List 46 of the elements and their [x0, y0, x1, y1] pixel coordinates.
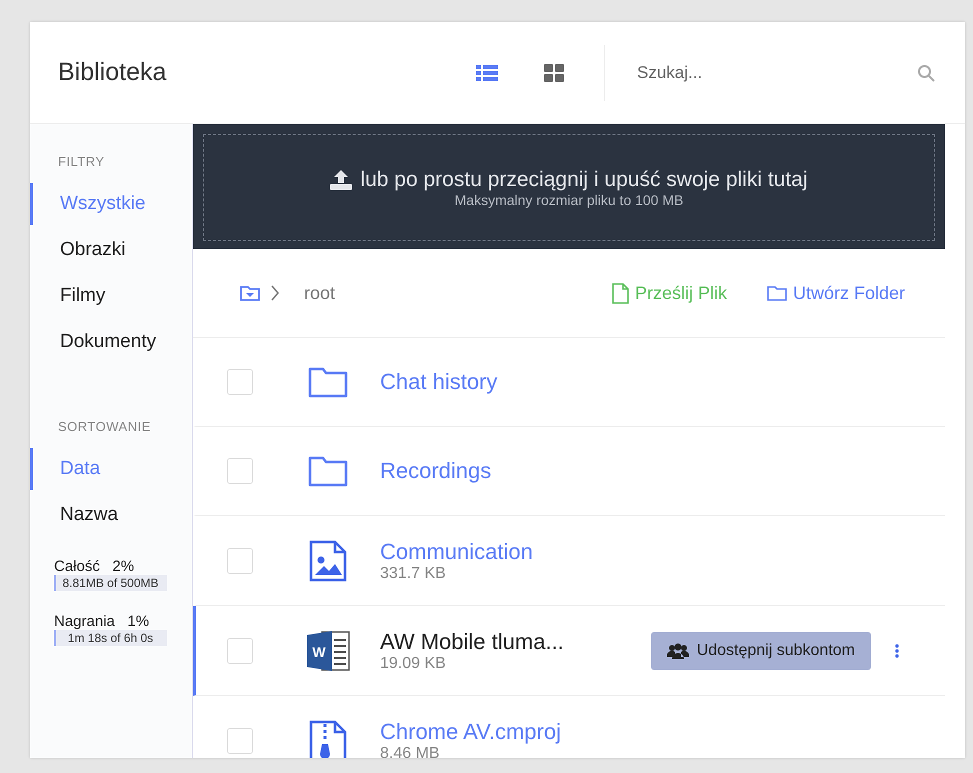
file-size: 19.09 KB: [380, 654, 447, 672]
file-name[interactable]: Chrome AV.cmproj: [380, 718, 945, 744]
folder-icon: [308, 366, 348, 398]
folder-icon: [766, 285, 787, 301]
folder-icon: [308, 455, 348, 487]
more-icon: [895, 644, 899, 658]
upload-icon: [330, 170, 352, 190]
usage-label: Nagrania 1%: [54, 613, 150, 630]
checkbox[interactable]: [227, 548, 253, 574]
file-name[interactable]: Communication: [380, 538, 945, 564]
file-name[interactable]: AW Mobile tluma...: [380, 628, 651, 654]
dropzone[interactable]: lub po prostu przeciągnij i upuść swoje pliki tutaj Maksymalny rozmiar pliku to 100 MB: [193, 124, 945, 249]
usage-reading: 1m 18s of 6h 0s: [68, 631, 154, 645]
zip-file-icon: [309, 720, 347, 758]
checkbox[interactable]: [227, 638, 253, 664]
folder-icon: [240, 285, 260, 301]
checkbox[interactable]: [227, 369, 253, 395]
users-icon: [666, 642, 689, 658]
chevron-icon: [270, 285, 280, 301]
file-size: 8.46 MB: [380, 744, 441, 758]
upload-file-link[interactable]: Prześlij Plik: [612, 282, 727, 304]
breadcrumb-path: root: [304, 282, 336, 304]
grid-icon: [544, 64, 564, 82]
share-button[interactable]: Udostępnij subkontom: [650, 632, 871, 670]
create-folder-link[interactable]: Utwórz Folder: [766, 282, 905, 304]
sidebar-item[interactable]: Dokumenty: [30, 321, 192, 363]
sidebar-item[interactable]: Data: [30, 448, 192, 490]
file-name[interactable]: Chat history: [380, 369, 945, 395]
list-icon: [476, 64, 498, 82]
dropzone-title: lub po prostu przeciągnij i upuść swoje pliki tutaj: [360, 168, 808, 192]
file-name[interactable]: Recordings: [380, 458, 945, 484]
sidebar-item[interactable]: Obrazki: [30, 229, 192, 271]
sidebar-item[interactable]: Nazwa: [30, 494, 192, 536]
image-file-icon: [309, 540, 347, 582]
file-size: 331.7 KB: [380, 564, 447, 582]
search-icon: [917, 64, 935, 82]
checkbox[interactable]: [227, 458, 253, 484]
page-title: Biblioteka: [58, 58, 168, 87]
sidebar-item[interactable]: Filmy: [30, 275, 192, 317]
file-icon: [612, 282, 629, 304]
dropzone-subtitle: Maksymalny rozmiar pliku to 100 MB: [454, 192, 684, 208]
usage-reading: 8.81MB of 500MB: [62, 576, 159, 590]
section-heading: FILTRY: [58, 154, 106, 169]
usage-label: Całość 2%: [54, 558, 136, 575]
checkbox[interactable]: [227, 728, 253, 754]
section-heading: SORTOWANIE: [58, 419, 152, 434]
